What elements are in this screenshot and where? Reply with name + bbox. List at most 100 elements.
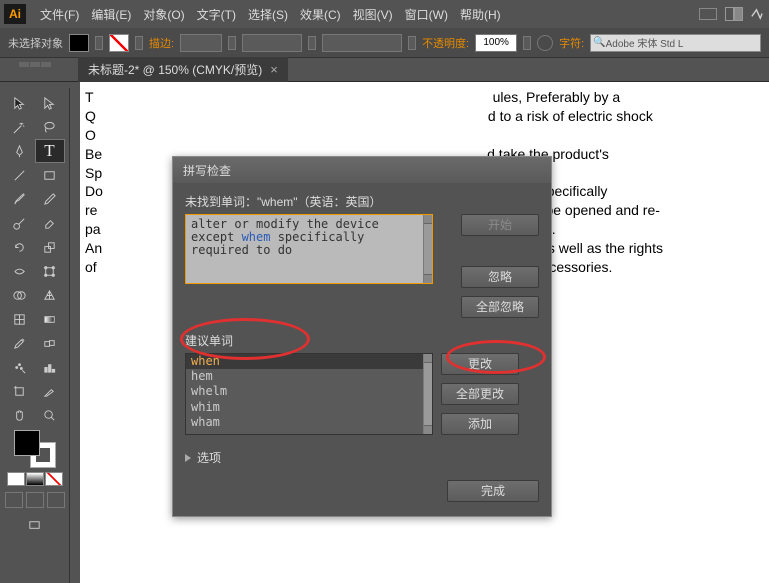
symbol-sprayer-tool[interactable] bbox=[6, 356, 34, 378]
fill-dropdown[interactable] bbox=[95, 36, 103, 50]
menu-type[interactable]: 文字(T) bbox=[191, 2, 242, 27]
document-tab-bar: 未标题-2* @ 150% (CMYK/预览) × bbox=[0, 58, 769, 82]
eraser-tool[interactable] bbox=[36, 212, 64, 234]
artboard-tool[interactable] bbox=[6, 380, 34, 402]
eyedropper-tool[interactable] bbox=[6, 332, 34, 354]
menu-window[interactable]: 窗口(W) bbox=[399, 2, 454, 27]
pencil-tool[interactable] bbox=[36, 188, 64, 210]
opacity-value[interactable]: 100% bbox=[475, 34, 517, 52]
context-textbox[interactable]: alter or modify the device except whem s… bbox=[185, 214, 433, 284]
column-graph-tool[interactable] bbox=[36, 356, 64, 378]
direct-selection-tool[interactable] bbox=[36, 92, 64, 114]
menu-help[interactable]: 帮助(H) bbox=[454, 2, 507, 27]
fill-color[interactable] bbox=[14, 430, 40, 456]
suggestions-scrollbar[interactable] bbox=[423, 354, 432, 434]
selection-tool[interactable] bbox=[6, 92, 34, 114]
suggestions-label: 建议单词 bbox=[185, 332, 539, 349]
document-tab[interactable]: 未标题-2* @ 150% (CMYK/预览) × bbox=[78, 57, 288, 82]
add-button[interactable]: 添加 bbox=[441, 413, 519, 435]
scale-tool[interactable] bbox=[36, 236, 64, 258]
start-button[interactable]: 开始 bbox=[461, 214, 539, 236]
mesh-tool[interactable] bbox=[6, 308, 34, 330]
suggestion-item[interactable]: whelm bbox=[186, 384, 432, 399]
blob-brush-tool[interactable] bbox=[6, 212, 34, 234]
frame-icon[interactable] bbox=[699, 8, 717, 20]
type-tool[interactable]: T bbox=[36, 140, 64, 162]
style-select[interactable] bbox=[322, 34, 402, 52]
gradient-tool[interactable] bbox=[36, 308, 64, 330]
color-mode[interactable] bbox=[7, 472, 25, 486]
draw-behind[interactable] bbox=[26, 492, 44, 508]
stroke-weight-drop[interactable] bbox=[228, 36, 236, 50]
misspelled-word: whem bbox=[242, 230, 271, 244]
spellcheck-dialog: 拼写检查 未找到单词："whem"（英语：英国） alter or modify… bbox=[172, 156, 552, 517]
draw-normal[interactable] bbox=[5, 492, 23, 508]
change-all-button[interactable]: 全部更改 bbox=[441, 383, 519, 405]
control-bar: 未选择对象 描边: 不透明度: 100% 字符: 🔍 Adobe 宋体 Std … bbox=[0, 28, 769, 58]
shape-builder-tool[interactable] bbox=[6, 284, 34, 306]
pen-tool[interactable] bbox=[6, 140, 34, 162]
stroke-dropdown[interactable] bbox=[135, 36, 143, 50]
suggestion-item[interactable]: hem bbox=[186, 369, 432, 384]
paintbrush-tool[interactable] bbox=[6, 188, 34, 210]
close-tab-icon[interactable]: × bbox=[270, 62, 278, 77]
blend-tool[interactable] bbox=[36, 332, 64, 354]
fill-swatch[interactable] bbox=[69, 34, 89, 52]
brush-def[interactable] bbox=[242, 34, 302, 52]
lasso-tool[interactable] bbox=[36, 116, 64, 138]
ignore-button[interactable]: 忽略 bbox=[461, 266, 539, 288]
perspective-grid-tool[interactable] bbox=[36, 284, 64, 306]
tools-panel: T bbox=[0, 88, 70, 583]
char-label: 字符: bbox=[559, 35, 584, 51]
ruler-strip bbox=[70, 82, 80, 583]
font-search[interactable]: 🔍 Adobe 宋体 Std L bbox=[590, 34, 761, 52]
change-button[interactable]: 更改 bbox=[441, 353, 519, 375]
stroke-weight[interactable] bbox=[180, 34, 222, 52]
layout-icon[interactable] bbox=[725, 7, 743, 21]
fill-stroke-swatches[interactable] bbox=[14, 430, 56, 468]
suggestion-item[interactable]: whim bbox=[186, 400, 432, 415]
dialog-title[interactable]: 拼写检查 bbox=[173, 157, 551, 183]
disclosure-icon bbox=[185, 454, 191, 462]
magic-wand-tool[interactable] bbox=[6, 116, 34, 138]
none-mode[interactable] bbox=[45, 472, 63, 486]
slice-tool[interactable] bbox=[36, 380, 64, 402]
style-drop[interactable] bbox=[408, 36, 416, 50]
context-scrollbar[interactable] bbox=[423, 215, 432, 283]
draw-inside[interactable] bbox=[47, 492, 65, 508]
sync-icon[interactable] bbox=[747, 6, 765, 22]
panel-handle[interactable] bbox=[14, 62, 56, 68]
menu-select[interactable]: 选择(S) bbox=[242, 2, 294, 27]
menubar: Ai 文件(F) 编辑(E) 对象(O) 文字(T) 选择(S) 效果(C) 视… bbox=[0, 0, 769, 28]
suggestion-item[interactable]: when bbox=[186, 354, 432, 369]
selection-status: 未选择对象 bbox=[8, 35, 63, 51]
menu-object[interactable]: 对象(O) bbox=[137, 2, 190, 27]
ai-logo: Ai bbox=[4, 4, 26, 24]
menu-effect[interactable]: 效果(C) bbox=[294, 2, 347, 27]
zoom-tool[interactable] bbox=[36, 404, 64, 426]
width-tool[interactable] bbox=[6, 260, 34, 282]
gradient-mode[interactable] bbox=[26, 472, 44, 486]
menu-file[interactable]: 文件(F) bbox=[34, 2, 85, 27]
rotate-tool[interactable] bbox=[6, 236, 34, 258]
menu-edit[interactable]: 编辑(E) bbox=[85, 2, 137, 27]
suggestion-item[interactable]: wham bbox=[186, 415, 432, 430]
free-transform-tool[interactable] bbox=[36, 260, 64, 282]
stroke-swatch[interactable] bbox=[109, 34, 129, 52]
done-button[interactable]: 完成 bbox=[447, 480, 539, 502]
rectangle-tool[interactable] bbox=[36, 164, 64, 186]
opacity-drop[interactable] bbox=[523, 36, 531, 50]
options-toggle[interactable]: 选项 bbox=[185, 449, 539, 466]
globe-icon[interactable] bbox=[537, 35, 553, 51]
suggestions-list[interactable]: when hem whelm whim wham bbox=[185, 353, 433, 435]
document-tab-title: 未标题-2* @ 150% (CMYK/预览) bbox=[88, 61, 262, 78]
not-found-message: 未找到单词："whem"（英语：英国） bbox=[185, 193, 539, 210]
hand-tool[interactable] bbox=[6, 404, 34, 426]
menu-view[interactable]: 视图(V) bbox=[347, 2, 399, 27]
line-tool[interactable] bbox=[6, 164, 34, 186]
screen-mode[interactable] bbox=[21, 514, 49, 536]
ignore-all-button[interactable]: 全部忽略 bbox=[461, 296, 539, 318]
opacity-label: 不透明度: bbox=[422, 35, 469, 51]
stroke-label: 描边: bbox=[149, 35, 174, 51]
brush-def-drop[interactable] bbox=[308, 36, 316, 50]
